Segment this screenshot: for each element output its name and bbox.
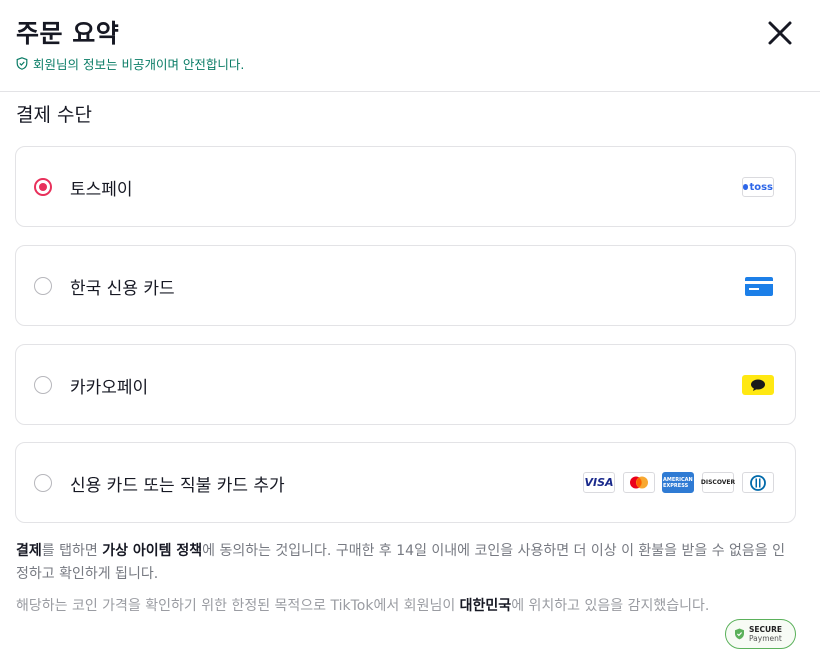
radio-button-selected[interactable] — [34, 178, 52, 196]
mastercard-logo-icon — [623, 472, 655, 493]
diners-club-logo-icon — [742, 472, 774, 493]
secure-payment-badge: SECURE Payment — [725, 619, 796, 649]
location-notice: 해당하는 코인 가격을 확인하기 위한 한정된 목적으로 TikTok에서 회원… — [16, 598, 710, 614]
amex-logo-icon: AMERICAN EXPRESS — [662, 472, 694, 493]
credit-card-icon — [745, 277, 773, 296]
close-button[interactable] — [764, 17, 796, 49]
virtual-items-policy-link[interactable]: 가상 아이템 정책 — [102, 543, 202, 559]
privacy-note: 회원님의 정보는 비공개이며 안전합니다. — [16, 54, 244, 73]
payment-option-kakaopay[interactable]: 카카오페이 — [15, 344, 796, 425]
discover-logo-icon: DISCOVER — [701, 472, 735, 493]
visa-logo-icon: VISA — [583, 472, 615, 493]
terms-payment-word: 결제 — [16, 543, 42, 559]
country-name: 대한민국 — [459, 598, 512, 614]
page-title: 주문 요약 — [16, 19, 120, 48]
close-icon — [768, 21, 792, 45]
payment-option-label: 신용 카드 또는 직불 카드 추가 — [70, 476, 285, 496]
terms-text: 결제를 탭하면 가상 아이템 정책에 동의하는 것입니다. 구매한 후 14일 … — [16, 543, 786, 582]
header: 주문 요약 회원님의 정보는 비공개이며 안전합니다. — [0, 0, 820, 92]
toss-logo-icon: toss — [742, 177, 774, 197]
payment-option-label: 카카오페이 — [70, 378, 149, 398]
radio-button[interactable] — [34, 376, 52, 394]
privacy-note-text: 회원님의 정보는 비공개이며 안전합니다. — [33, 57, 245, 72]
radio-button[interactable] — [34, 474, 52, 492]
payment-method-title: 결제 수단 — [16, 104, 92, 126]
radio-button[interactable] — [34, 277, 52, 295]
payment-option-label: 토스페이 — [70, 180, 133, 200]
payment-option-add-card[interactable]: 신용 카드 또는 직불 카드 추가 VISA AMERICAN EXPRESS … — [15, 442, 796, 523]
payment-option-label: 한국 신용 카드 — [70, 279, 175, 299]
payment-option-tosspay[interactable]: 토스페이 toss — [15, 146, 796, 227]
kakao-chat-icon — [742, 375, 774, 395]
shield-check-icon — [16, 57, 28, 70]
payment-option-korean-card[interactable]: 한국 신용 카드 — [15, 245, 796, 326]
shield-check-icon — [735, 628, 744, 640]
